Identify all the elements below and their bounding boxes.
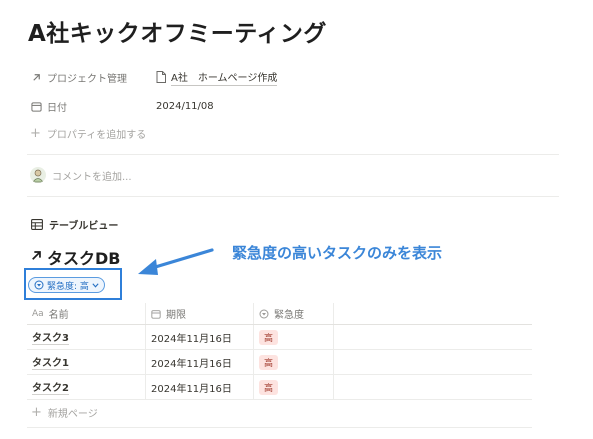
- divider: [27, 427, 532, 428]
- plus-icon: +: [31, 405, 42, 420]
- comment-placeholder: コメントを追加...: [52, 171, 132, 183]
- database-title[interactable]: タスクDB: [30, 245, 120, 269]
- due-date-cell[interactable]: 2024年11月16日: [145, 325, 253, 349]
- property-key[interactable]: 日付: [30, 99, 156, 114]
- empty-cell[interactable]: [333, 375, 532, 399]
- urgency-cell[interactable]: 高: [253, 325, 333, 349]
- property-value-date[interactable]: 2024/11/08: [156, 101, 214, 112]
- chevron-down-icon: [92, 282, 99, 288]
- comment-input[interactable]: コメントを追加...: [30, 167, 132, 183]
- table-row[interactable]: タスク3 2024年11月16日 高: [27, 325, 532, 350]
- annotation-text: 緊急度の高いタスクのみを表示: [232, 244, 443, 262]
- table-icon: [31, 219, 43, 230]
- property-key-label: 日付: [47, 102, 67, 114]
- task-name-cell[interactable]: タスク3: [27, 325, 145, 349]
- arrow-up-right-icon: [30, 248, 43, 266]
- calendar-icon: [151, 309, 161, 319]
- new-page-label: 新規ページ: [47, 409, 98, 420]
- status-icon: [34, 280, 44, 290]
- page-icon: [156, 71, 166, 83]
- add-property-button[interactable]: + プロパティを追加する: [30, 126, 146, 141]
- urgency-tag: 高: [259, 354, 279, 370]
- view-label: テーブルビュー: [49, 221, 119, 232]
- arrow-up-right-icon: [30, 71, 42, 83]
- table-row[interactable]: タスク1 2024年11月16日 高: [27, 350, 532, 375]
- divider: [27, 154, 559, 155]
- project-link[interactable]: A社 ホームページ作成: [171, 69, 278, 86]
- column-header-name[interactable]: Aa 名前: [27, 303, 145, 324]
- filter-chip-urgency[interactable]: 緊急度: 高: [28, 277, 105, 293]
- task-table: Aa 名前 期限 緊急度 タスク3 2024年11月16日 高 タスク1 202…: [27, 303, 532, 400]
- column-header-due[interactable]: 期限: [145, 303, 253, 324]
- text-property-icon: Aa: [32, 308, 44, 319]
- task-name-cell[interactable]: タスク2: [27, 375, 145, 399]
- divider: [27, 196, 559, 197]
- empty-cell[interactable]: [333, 325, 532, 349]
- status-icon: [259, 309, 269, 319]
- plus-icon: +: [30, 126, 41, 141]
- column-header-empty: [333, 303, 532, 324]
- property-key[interactable]: プロジェクト管理: [30, 70, 156, 85]
- due-date-cell[interactable]: 2024年11月16日: [145, 350, 253, 374]
- urgency-tag: 高: [259, 379, 279, 395]
- column-header-urgency[interactable]: 緊急度: [253, 303, 333, 324]
- avatar: [30, 167, 46, 183]
- table-header-row: Aa 名前 期限 緊急度: [27, 303, 532, 325]
- urgency-tag: 高: [259, 329, 279, 345]
- property-row-date[interactable]: 日付 2024/11/08: [30, 97, 214, 115]
- urgency-cell[interactable]: 高: [253, 375, 333, 399]
- filter-label: 緊急度: 高: [47, 281, 89, 292]
- database-title-text: タスクDB: [47, 249, 121, 268]
- calendar-icon: [30, 100, 42, 112]
- due-date-cell[interactable]: 2024年11月16日: [145, 375, 253, 399]
- task-name-cell[interactable]: タスク1: [27, 350, 145, 374]
- new-page-button[interactable]: + 新規ページ: [31, 405, 98, 420]
- view-tab-table[interactable]: テーブルビュー: [31, 217, 118, 232]
- property-value-project[interactable]: A社 ホームページ作成: [156, 69, 278, 86]
- empty-cell[interactable]: [333, 350, 532, 374]
- table-row[interactable]: タスク2 2024年11月16日 高: [27, 375, 532, 400]
- property-row-project[interactable]: プロジェクト管理 A社 ホームページ作成: [30, 68, 278, 86]
- property-key-label: プロジェクト管理: [47, 73, 127, 85]
- page-title[interactable]: A社キックオフミーティング: [28, 14, 327, 48]
- urgency-cell[interactable]: 高: [253, 350, 333, 374]
- add-property-label: プロパティを追加する: [46, 130, 147, 141]
